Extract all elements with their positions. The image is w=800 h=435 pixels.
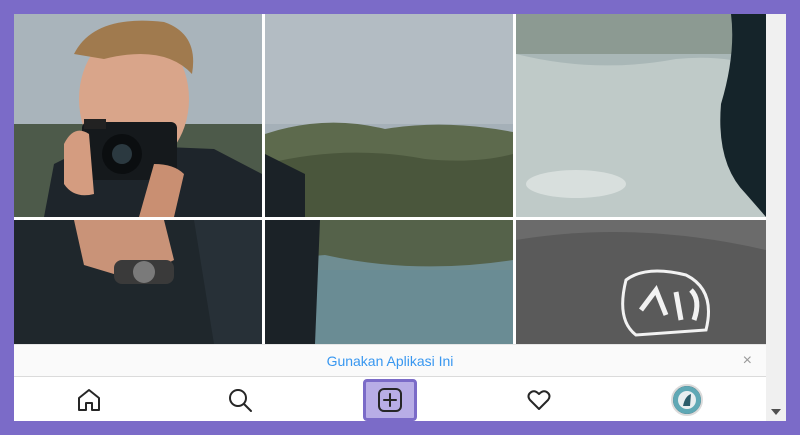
avatar-image [673,386,701,414]
grid-photo-3[interactable] [516,14,766,217]
photo-image [14,14,262,217]
bottom-navigation [14,376,766,421]
nav-search-button[interactable] [223,383,257,417]
photo-image [265,220,513,344]
browser-viewport: Gunakan Aplikasi Ini × [14,14,766,421]
photo-image [516,220,766,344]
grid-photo-6[interactable] [516,220,766,344]
search-icon [229,389,252,412]
grid-photo-4[interactable] [14,220,262,344]
scroll-down-arrow-icon[interactable] [771,409,781,415]
grid-photo-1[interactable] [14,14,262,217]
vertical-scrollbar[interactable] [766,14,786,421]
avatar [671,384,703,416]
photo-image [265,14,513,217]
app-install-banner: Gunakan Aplikasi Ini × [14,344,766,376]
plus-square-icon [378,388,402,412]
close-icon[interactable]: × [743,353,752,369]
nav-activity-button[interactable] [522,383,556,417]
use-app-link[interactable]: Gunakan Aplikasi Ini [327,353,454,369]
grid-photo-5[interactable] [265,220,513,344]
nav-new-post-button[interactable] [363,379,417,421]
photo-image [14,220,262,344]
photo-image [516,14,766,217]
nav-home-button[interactable] [72,383,106,417]
home-icon [78,389,100,411]
grid-photo-2[interactable] [265,14,513,217]
photo-grid [14,14,766,344]
nav-profile-button[interactable] [670,383,704,417]
heart-icon [527,390,551,410]
